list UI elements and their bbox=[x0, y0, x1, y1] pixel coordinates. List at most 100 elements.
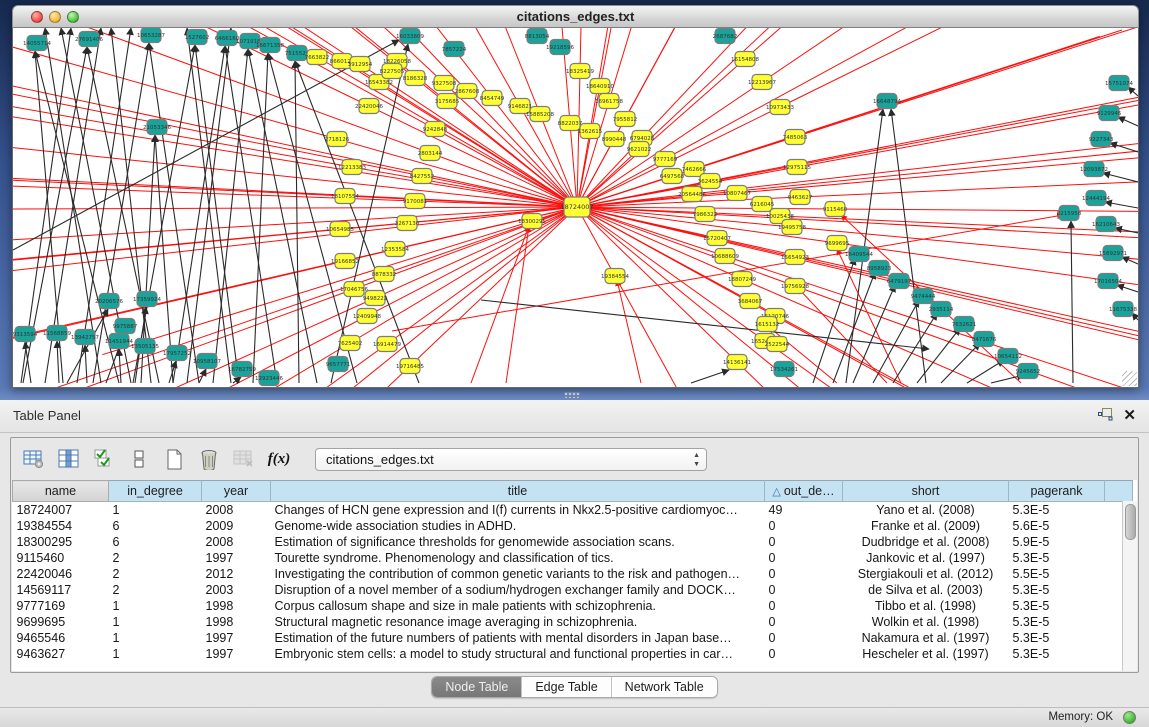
cell-in-degree[interactable]: 1 bbox=[109, 646, 202, 662]
graph-node[interactable]: 8427552 bbox=[410, 169, 435, 184]
graph-hub-node[interactable]: 18724007 bbox=[560, 197, 593, 217]
cell-title[interactable]: Investigating the contribution of common… bbox=[271, 566, 765, 582]
row-height-icon[interactable] bbox=[126, 446, 152, 472]
graph-node[interactable]: 9327508 bbox=[432, 76, 457, 91]
graph-node[interactable]: 9777169 bbox=[653, 152, 678, 167]
cell-out-degree[interactable]: 0 bbox=[765, 534, 843, 550]
cell-name[interactable]: 19384554 bbox=[13, 518, 109, 534]
cell-pagerank[interactable]: 5.3E-5 bbox=[1009, 646, 1105, 662]
cell-in-degree[interactable]: 2 bbox=[109, 566, 202, 582]
cell-title[interactable]: Structural magnetic resonance image aver… bbox=[271, 614, 765, 630]
column-header-pagerank[interactable]: pagerank bbox=[1009, 481, 1105, 502]
cell-year[interactable]: 2008 bbox=[202, 534, 271, 550]
graph-node[interactable]: 12093872 bbox=[1080, 162, 1108, 177]
graph-node[interactable]: 16961758 bbox=[595, 94, 623, 109]
cell-in-degree[interactable]: 1 bbox=[109, 630, 202, 646]
graph-node[interactable]: 16782759 bbox=[228, 362, 256, 377]
cell-pagerank[interactable]: 5.3E-5 bbox=[1009, 582, 1105, 598]
cell-in-degree[interactable]: 6 bbox=[109, 518, 202, 534]
graph-node[interactable]: 16154808 bbox=[731, 52, 759, 67]
graph-node[interactable]: 15751074 bbox=[1105, 76, 1133, 91]
cell-out-degree[interactable]: 0 bbox=[765, 614, 843, 630]
graph-node[interactable]: 15885208 bbox=[526, 107, 554, 122]
float-panel-icon[interactable] bbox=[1098, 408, 1113, 426]
cell-pagerank[interactable]: 5.3E-5 bbox=[1009, 630, 1105, 646]
cell-in-degree[interactable]: 1 bbox=[109, 502, 202, 519]
function-builder-icon[interactable]: f(x) bbox=[266, 446, 292, 472]
cell-year[interactable]: 2008 bbox=[202, 502, 271, 519]
graph-node[interactable]: 16409544 bbox=[845, 247, 873, 262]
cell-short[interactable]: de Silva et al. (2003) bbox=[843, 582, 1009, 598]
cell-year[interactable]: 1997 bbox=[202, 630, 271, 646]
graph-node[interactable]: 2687682 bbox=[713, 29, 738, 44]
table-row[interactable]: 1456911722003Disruption of a novel membe… bbox=[13, 582, 1133, 598]
network-canvas[interactable]: 1405571427691406106532871527602646616010… bbox=[12, 28, 1139, 388]
graph-node[interactable]: 17016504 bbox=[1094, 274, 1122, 289]
graph-node[interactable]: 10973433 bbox=[766, 100, 794, 115]
graph-node[interactable]: 9463627 bbox=[788, 190, 813, 205]
resize-grip-icon[interactable] bbox=[1122, 371, 1137, 386]
graph-node[interactable]: 3684067 bbox=[738, 294, 763, 309]
table-row[interactable]: 911546021997Tourette syndrome. Phenomeno… bbox=[13, 550, 1133, 566]
graph-node[interactable]: 9170081 bbox=[403, 194, 428, 209]
cell-out-degree[interactable]: 0 bbox=[765, 598, 843, 614]
graph-node[interactable]: 1362615 bbox=[578, 124, 603, 139]
graph-node[interactable]: 17957252 bbox=[163, 346, 191, 361]
column-header-short[interactable]: short bbox=[843, 481, 1009, 502]
cell-short[interactable]: Jankovic et al. (1997) bbox=[843, 550, 1009, 566]
graph-node[interactable]: 11568859 bbox=[43, 326, 71, 341]
graph-node[interactable]: 18640910 bbox=[586, 79, 614, 94]
graph-node[interactable]: 7632621 bbox=[952, 317, 977, 332]
graph-node[interactable]: 18300295 bbox=[518, 214, 546, 229]
graph-node[interactable]: 8813054 bbox=[525, 29, 550, 44]
graph-node[interactable]: 9975887 bbox=[113, 319, 138, 334]
graph-node[interactable]: 3912954 bbox=[348, 57, 373, 72]
cell-pagerank[interactable]: 5.9E-5 bbox=[1009, 534, 1105, 550]
graph-node[interactable]: 8454749 bbox=[480, 91, 505, 106]
graph-node[interactable]: 20206576 bbox=[95, 294, 123, 309]
graph-node[interactable]: 10654112 bbox=[994, 349, 1022, 364]
cell-title[interactable]: Estimation of significance thresholds fo… bbox=[271, 534, 765, 550]
cell-short[interactable]: Hescheler et al. (1997) bbox=[843, 646, 1009, 662]
graph-node[interactable]: 19384554 bbox=[601, 269, 629, 284]
graph-node[interactable]: 10654985 bbox=[326, 222, 354, 237]
graph-node[interactable]: 1527602 bbox=[185, 30, 210, 45]
network-window-titlebar[interactable]: citations_edges.txt bbox=[12, 5, 1139, 28]
cell-name[interactable]: 9115460 bbox=[13, 550, 109, 566]
cell-name[interactable]: 18724007 bbox=[13, 502, 109, 519]
cell-pagerank[interactable]: 5.3E-5 bbox=[1009, 550, 1105, 566]
cell-name[interactable]: 9465546 bbox=[13, 630, 109, 646]
cell-pagerank[interactable]: 5.5E-5 bbox=[1009, 566, 1105, 582]
cell-pagerank[interactable]: 5.3E-5 bbox=[1009, 614, 1105, 630]
graph-node[interactable]: 16914479 bbox=[373, 337, 401, 352]
cell-title[interactable]: Tourette syndrome. Phenomenology and cla… bbox=[271, 550, 765, 566]
graph-node[interactable]: 13505135 bbox=[131, 339, 159, 354]
graph-node[interactable]: 14055714 bbox=[23, 36, 51, 51]
graph-node[interactable]: 11675338 bbox=[1109, 302, 1137, 317]
cell-pagerank[interactable]: 5.3E-5 bbox=[1009, 502, 1105, 519]
cell-short[interactable]: Stergiakouli et al. (2012) bbox=[843, 566, 1009, 582]
cell-name[interactable]: 18300295 bbox=[13, 534, 109, 550]
graph-node[interactable]: 18325419 bbox=[566, 64, 594, 79]
table-select[interactable]: citations_edges.txt ▲▼ bbox=[315, 448, 707, 471]
graph-node[interactable]: 14136141 bbox=[723, 355, 751, 370]
graph-node[interactable]: 9474444 bbox=[911, 289, 936, 304]
graph-node[interactable]: 15892971 bbox=[1099, 246, 1127, 261]
cell-title[interactable]: Changes of HCN gene expression and I(f) … bbox=[271, 502, 765, 519]
graph-node[interactable]: 7986322 bbox=[693, 207, 718, 222]
graph-node[interactable]: 3624554 bbox=[698, 174, 723, 189]
graph-node[interactable]: 9621022 bbox=[627, 142, 652, 157]
graph-node[interactable]: 17534261 bbox=[770, 362, 798, 377]
cell-short[interactable]: Tibbo et al. (1998) bbox=[843, 598, 1009, 614]
graph-node[interactable]: 17046756 bbox=[340, 282, 368, 297]
graph-node[interactable]: 2522544 bbox=[765, 337, 790, 352]
graph-node[interactable]: 9115460 bbox=[823, 202, 848, 217]
graph-node[interactable]: 19218596 bbox=[546, 40, 574, 55]
cell-pagerank[interactable]: 5.6E-5 bbox=[1009, 518, 1105, 534]
graph-node[interactable]: 19716485 bbox=[396, 359, 424, 374]
cell-name[interactable]: 22420046 bbox=[13, 566, 109, 582]
graph-node[interactable]: 7625402 bbox=[338, 336, 363, 351]
cell-in-degree[interactable]: 1 bbox=[109, 598, 202, 614]
cell-short[interactable]: Franke et al. (2009) bbox=[843, 518, 1009, 534]
cell-out-degree[interactable]: 0 bbox=[765, 550, 843, 566]
